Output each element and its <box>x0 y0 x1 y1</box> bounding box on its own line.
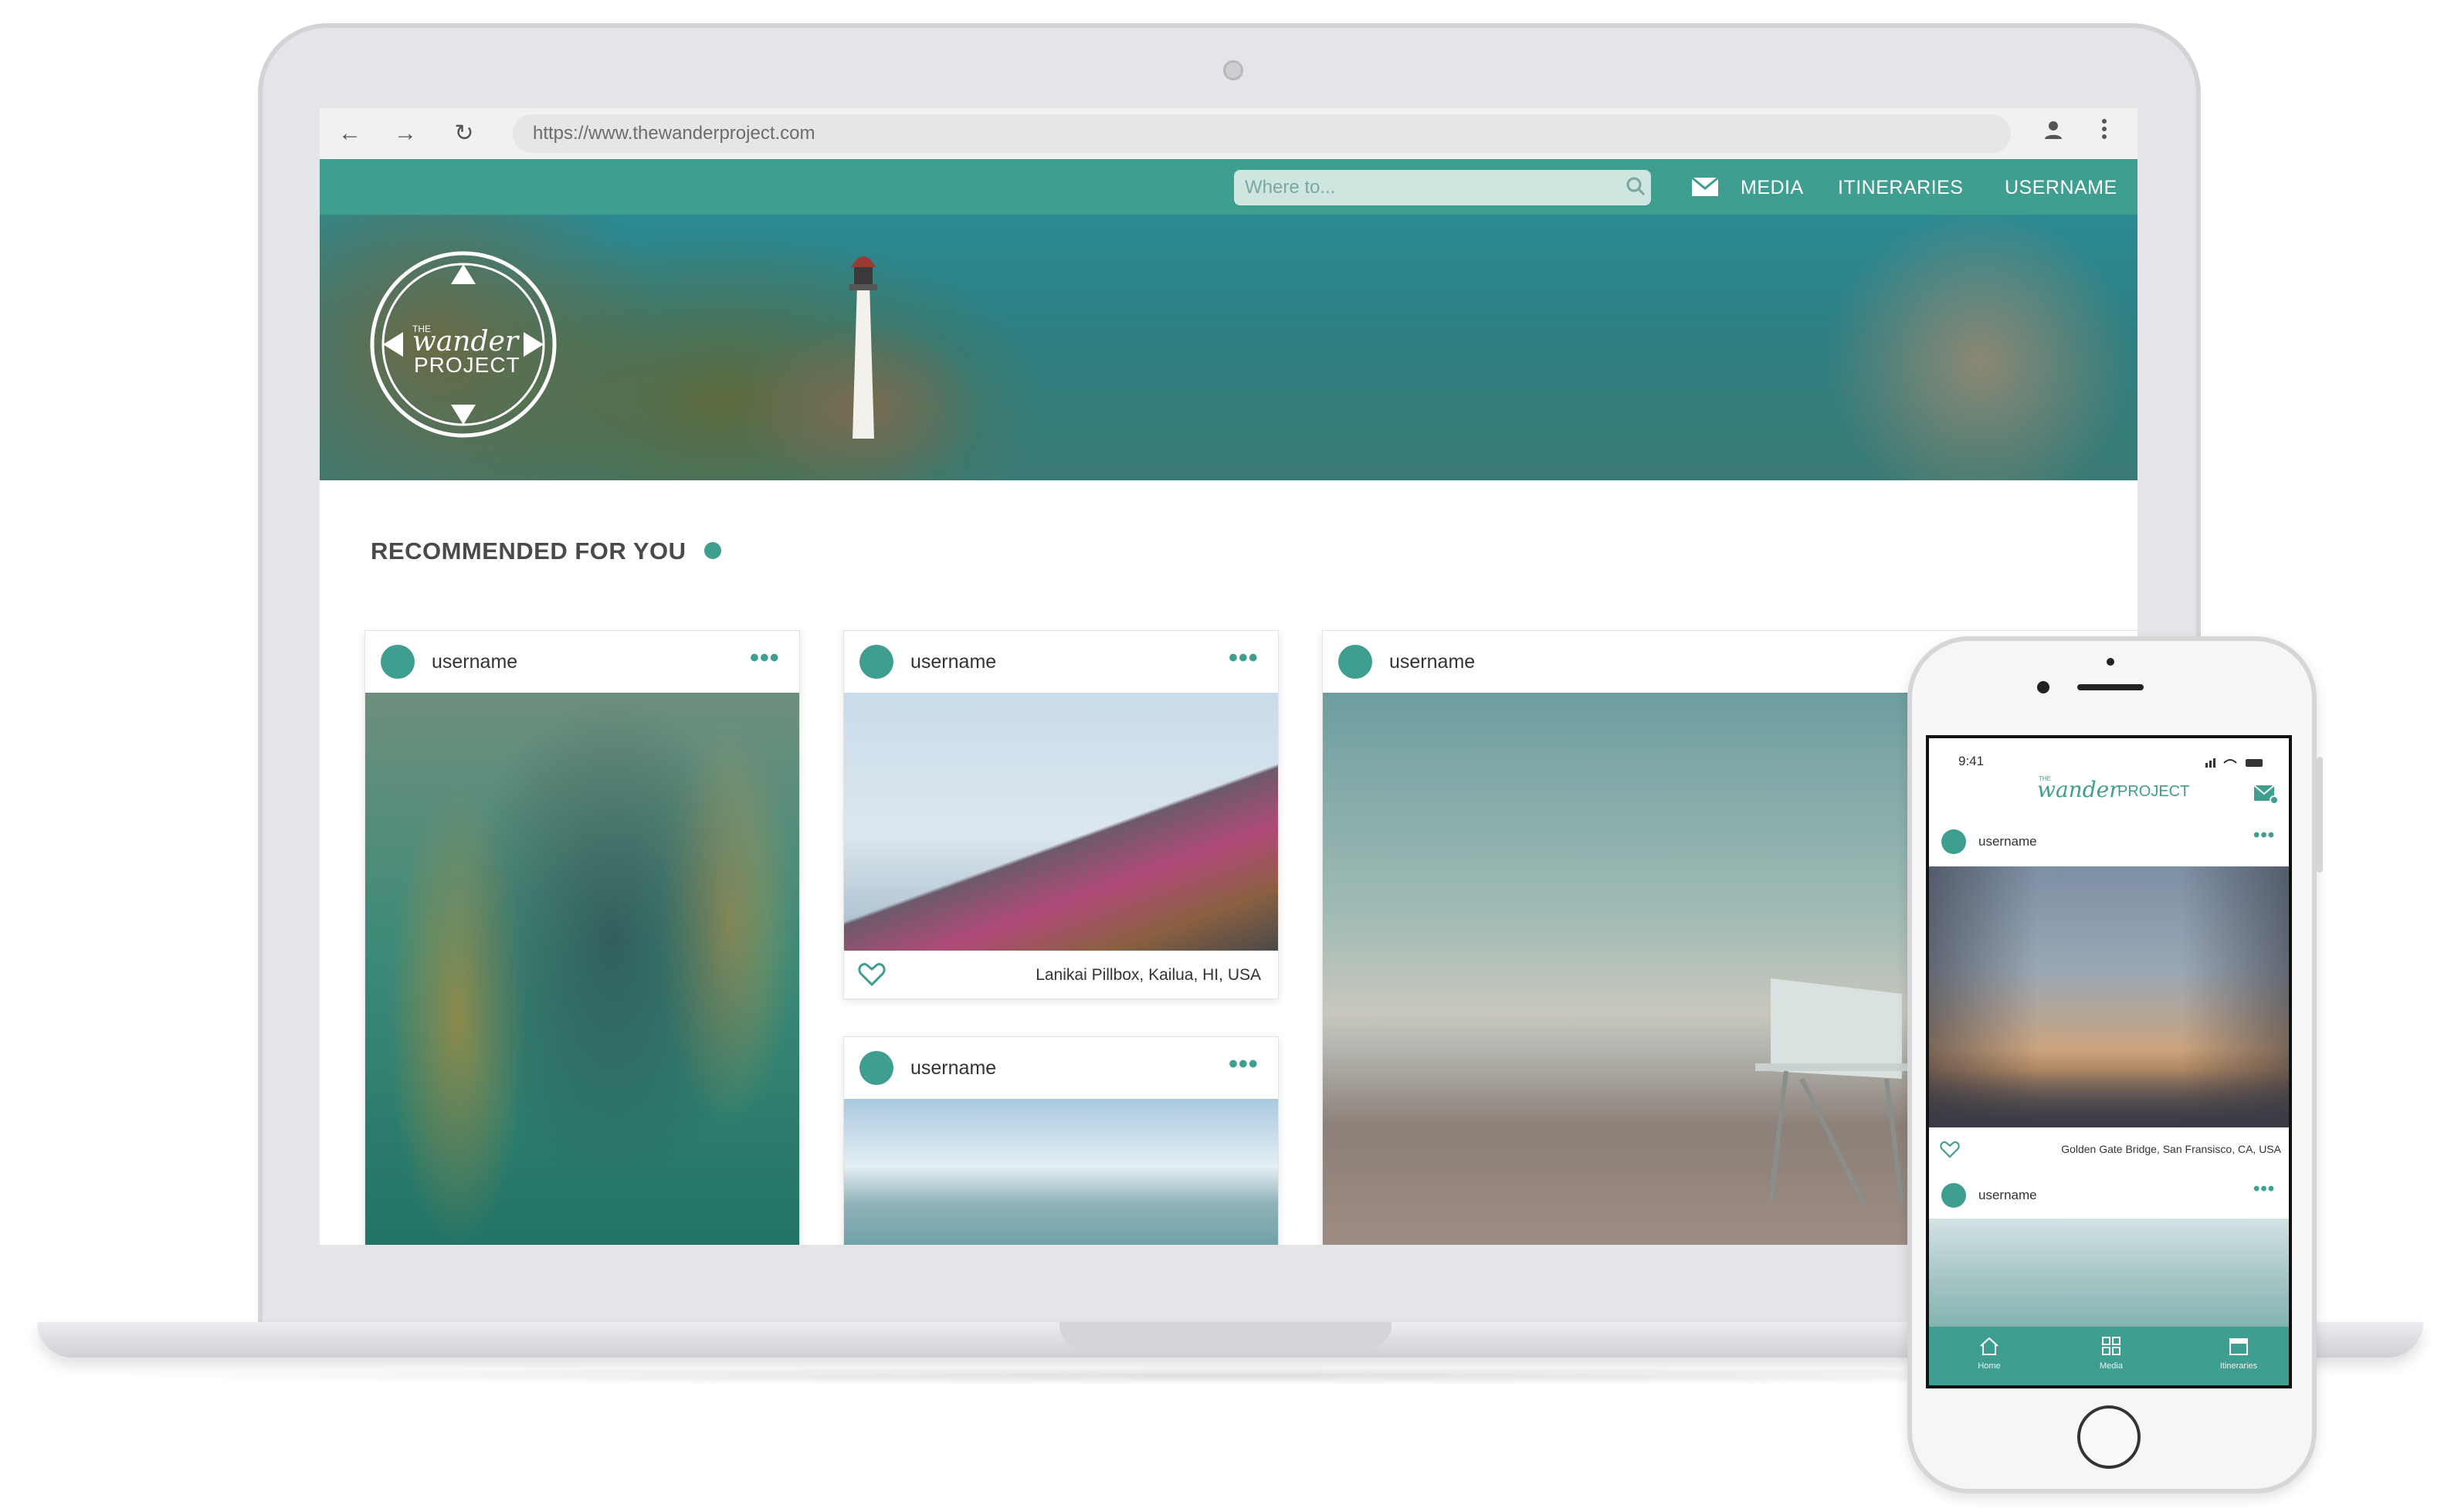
ocean-image[interactable] <box>844 1099 1278 1245</box>
lighthouse-image <box>849 256 877 439</box>
forward-icon[interactable]: → <box>389 117 422 150</box>
tab-home[interactable]: Home <box>1958 1334 2020 1381</box>
avatar-icon[interactable] <box>859 645 893 679</box>
card-username[interactable]: username <box>1389 651 1475 673</box>
phone-screen: 9:41 THE wander PROJECT username ••• Gol… <box>1926 735 2292 1388</box>
wander-project-logo[interactable]: THE wander PROJECT <box>368 249 559 440</box>
card-username[interactable]: username <box>432 651 517 673</box>
nav-media[interactable]: MEDIA <box>1741 170 1804 205</box>
phone-heart-icon[interactable] <box>1940 1140 1960 1158</box>
menu-kebab-icon[interactable] <box>2088 117 2120 150</box>
post-card[interactable]: username ••• <box>364 630 800 1245</box>
phone-avatar-icon[interactable] <box>1941 829 1966 854</box>
phone-location-caption: Golden Gate Bridge, San Fransisco, CA, U… <box>2061 1143 2281 1155</box>
arrow-circle-icon[interactable] <box>704 542 721 559</box>
phone-front-camera <box>2037 681 2049 693</box>
phone-logo-project: PROJECT <box>2117 783 2190 800</box>
nav-itineraries[interactable]: ITINERARIES <box>1838 170 1963 205</box>
card-username[interactable]: username <box>910 651 996 673</box>
phone-post-username[interactable]: username <box>1978 834 2037 849</box>
laptop-camera <box>1223 60 1243 80</box>
calendar-icon <box>2229 1338 2248 1355</box>
status-icons <box>2205 757 2267 768</box>
card-header <box>844 1037 1278 1099</box>
more-options-icon[interactable]: ••• <box>750 643 780 673</box>
avatar-icon[interactable] <box>1338 645 1372 679</box>
browser-window: ← → ↻ https://www.thewanderproject.com W… <box>320 108 2137 1245</box>
location-caption: Lanikai Pillbox, Kailua, HI, USA <box>1036 966 1261 984</box>
lifeguard-tower-image <box>1755 978 1910 1202</box>
more-options-icon[interactable]: ••• <box>1229 1049 1259 1080</box>
tab-media[interactable]: Media <box>2080 1334 2142 1381</box>
heart-icon[interactable] <box>858 961 886 986</box>
tab-home-label: Home <box>1978 1361 2001 1371</box>
phone-sensor <box>2107 658 2114 666</box>
tab-itineraries[interactable]: Itineraries <box>2204 1334 2273 1381</box>
nav-username[interactable]: USERNAME <box>2005 170 2117 205</box>
post-card[interactable]: username ••• Lanikai Pillbox, Kailua, HI… <box>843 630 1279 999</box>
tab-media-label: Media <box>2100 1361 2123 1371</box>
address-bar[interactable]: https://www.thewanderproject.com <box>513 114 2011 153</box>
avatar-icon[interactable] <box>859 1051 893 1085</box>
phone-logo-wander: wander <box>2037 777 2120 802</box>
hero-banner <box>320 215 2137 480</box>
logo-project: PROJECT <box>414 353 520 377</box>
home-icon <box>1980 1337 1998 1355</box>
more-options-icon[interactable]: ••• <box>1229 643 1259 673</box>
search-input[interactable]: Where to... <box>1234 170 1651 205</box>
phone-more-options-icon[interactable]: ••• <box>2253 1178 2275 1200</box>
grid-icon <box>2102 1337 2120 1355</box>
avatar-icon[interactable] <box>381 645 415 679</box>
card-header <box>844 631 1278 693</box>
phone-post-username[interactable]: username <box>1978 1188 2037 1203</box>
mail-icon[interactable] <box>1691 176 1719 198</box>
phone-avatar-icon[interactable] <box>1941 1183 1966 1208</box>
golden-gate-bridge-image[interactable] <box>1929 866 2289 1127</box>
reload-icon[interactable]: ↻ <box>448 117 480 150</box>
post-card[interactable]: username ••• <box>843 1036 1279 1245</box>
section-title: RECOMMENDED FOR YOU <box>371 537 686 564</box>
profile-icon[interactable] <box>2037 117 2070 150</box>
fish-kelp-image[interactable] <box>365 693 799 1245</box>
pillbox-image[interactable] <box>844 693 1278 951</box>
phone-speaker <box>2077 684 2144 690</box>
card-header <box>365 631 799 693</box>
phone-home-button[interactable] <box>2077 1405 2141 1469</box>
card-username[interactable]: username <box>910 1057 996 1080</box>
phone-mail-icon[interactable] <box>2253 783 2278 805</box>
laptop-notch <box>1059 1322 1392 1348</box>
phone-logo: THE wander PROJECT <box>2037 775 2199 806</box>
phone-time: 9:41 <box>1958 754 1985 768</box>
tab-itineraries-label: Itineraries <box>2219 1361 2258 1371</box>
back-icon[interactable]: ← <box>334 117 366 150</box>
phone-post-image[interactable] <box>1929 1219 2289 1334</box>
search-icon[interactable] <box>1623 173 1648 201</box>
phone-side-button <box>2317 757 2323 873</box>
phone-more-options-icon[interactable]: ••• <box>2253 825 2275 846</box>
